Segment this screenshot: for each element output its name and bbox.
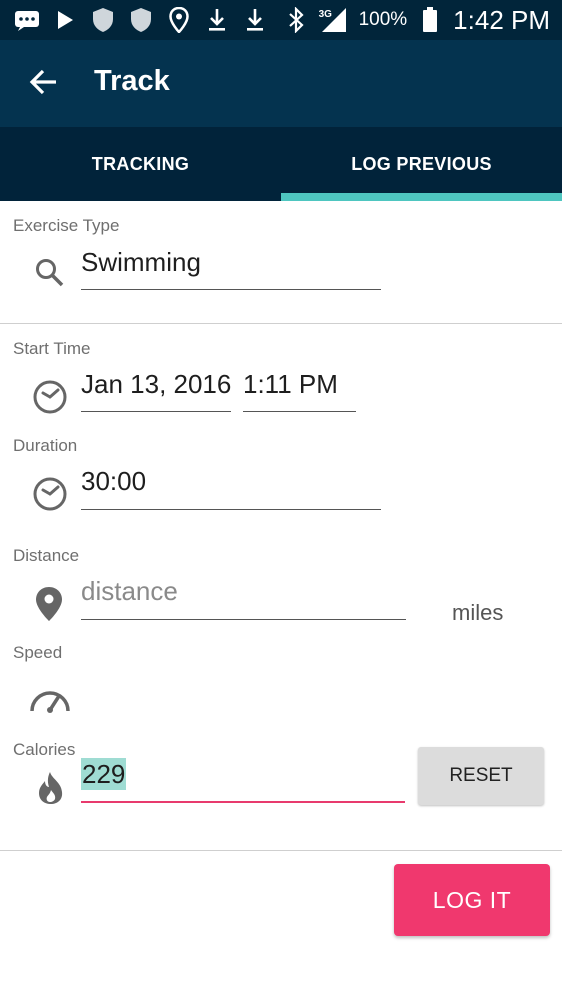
start-date-underline xyxy=(81,411,231,412)
distance-field[interactable]: distance xyxy=(81,576,178,607)
network-type: 3G xyxy=(318,9,332,20)
flame-icon xyxy=(36,770,72,806)
distance-label: Distance xyxy=(13,546,80,565)
clock-icon xyxy=(32,379,68,415)
notification-icons xyxy=(14,6,268,34)
calories-underline xyxy=(81,801,405,803)
app-bar: Track xyxy=(0,40,562,127)
duration-label: Duration xyxy=(13,436,78,455)
exercise-type-field[interactable]: Swimming xyxy=(81,247,201,278)
tab-bar: TRACKING LOG PREVIOUS xyxy=(0,127,562,201)
tab-log-previous[interactable]: LOG PREVIOUS xyxy=(281,127,562,201)
start-time-label: Start Time xyxy=(13,339,91,358)
exercise-type-underline xyxy=(81,289,381,290)
start-date-field[interactable]: Jan 13, 2016 xyxy=(81,369,231,400)
shield-icon xyxy=(128,7,154,33)
back-arrow-icon[interactable] xyxy=(28,66,60,98)
footer-divider xyxy=(0,850,562,851)
tab-indicator xyxy=(281,193,562,201)
shield-icon xyxy=(90,7,116,33)
log-it-button[interactable]: LOG IT xyxy=(394,864,550,936)
speedometer-icon xyxy=(28,683,72,719)
download-icon xyxy=(204,7,230,33)
calories-field[interactable]: 229 xyxy=(81,758,127,790)
start-time-field[interactable]: 1:11 PM xyxy=(243,369,338,400)
location-pin-icon xyxy=(34,586,70,622)
start-time-underline xyxy=(243,411,356,412)
battery-percent: 100% xyxy=(358,9,408,30)
message-icon xyxy=(14,7,40,33)
page-title: Track xyxy=(94,65,170,97)
location-icon xyxy=(166,7,192,33)
system-status: 3G 100% 1:42 PM xyxy=(283,0,550,40)
speed-label: Speed xyxy=(13,643,63,662)
duration-field[interactable]: 30:00 xyxy=(81,466,146,497)
clock-icon xyxy=(32,476,68,512)
search-icon xyxy=(34,257,70,293)
section-divider xyxy=(0,323,562,324)
reset-button[interactable]: RESET xyxy=(418,747,544,805)
status-bar: 3G 100% 1:42 PM xyxy=(0,0,562,40)
download-icon xyxy=(242,7,268,33)
signal-icon: 3G xyxy=(319,7,349,33)
play-icon xyxy=(52,7,78,33)
distance-units: miles xyxy=(452,600,504,625)
duration-underline xyxy=(81,509,381,510)
calories-label: Calories xyxy=(13,740,76,759)
battery-icon xyxy=(417,7,443,33)
distance-underline xyxy=(81,619,406,620)
clock: 1:42 PM xyxy=(453,4,550,35)
bluetooth-icon xyxy=(283,7,309,33)
tab-tracking[interactable]: TRACKING xyxy=(0,127,281,201)
exercise-type-label: Exercise Type xyxy=(13,216,120,235)
